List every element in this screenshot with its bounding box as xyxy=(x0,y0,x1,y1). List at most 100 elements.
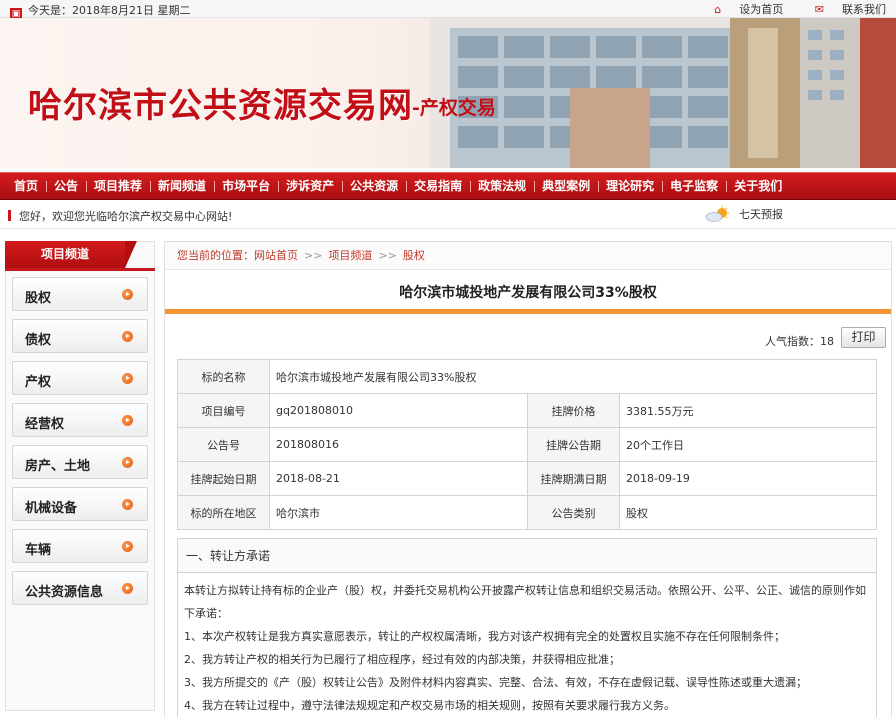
weather-label: 七天预报 xyxy=(739,208,783,221)
field-value: 股权 xyxy=(619,495,877,530)
field-label: 挂牌期满日期 xyxy=(527,461,620,496)
table-row: 标的名称 哈尔滨市城投地产发展有限公司33%股权 xyxy=(177,359,877,394)
site-subtitle: -产权交易 xyxy=(412,97,496,119)
page-title: 哈尔滨市城投地产发展有限公司33%股权 xyxy=(399,285,657,301)
set-home-link[interactable]: ⌂ 设为首页 xyxy=(700,1,783,17)
sidebar-item-label: 车辆 xyxy=(25,543,52,558)
field-label: 挂牌公告期 xyxy=(527,427,620,462)
field-label: 标的名称 xyxy=(177,359,270,394)
welcome-text: 您好，欢迎您光临哈尔滨产权交易中心网站! xyxy=(19,210,233,223)
popularity-label: 人气指数： xyxy=(765,335,820,348)
commitment-intro: 本转让方拟转让持有标的企业产（股）权，并委托交易机构公开披露产权转让信息和组织交… xyxy=(184,584,866,620)
building-photo xyxy=(430,18,896,168)
sidebar-item-real-estate[interactable]: 房产、土地 xyxy=(12,445,148,479)
arrow-right-icon xyxy=(122,289,133,300)
field-value: 哈尔滨市 xyxy=(269,495,528,530)
breadcrumb: 您当前的位置：网站首页 >> 项目频道 >> 股权 xyxy=(165,242,891,270)
banner: 哈尔滨市公共资源交易网 -产权交易 xyxy=(0,18,896,168)
field-value: 20个工作日 xyxy=(619,427,877,462)
nav-market[interactable]: 市场平台 xyxy=(214,173,278,199)
nav-about[interactable]: 关于我们 xyxy=(726,173,790,199)
field-value: 2018-09-19 xyxy=(619,461,877,496)
sidebar-item-label: 机械设备 xyxy=(25,501,78,516)
sidebar-item-label: 产权 xyxy=(25,375,52,390)
field-value: 3381.55万元 xyxy=(619,393,877,428)
table-row: 项目编号 gq201808010 挂牌价格 3381.55万元 xyxy=(177,393,877,428)
field-value: 201808016 xyxy=(269,427,528,462)
nav-policy[interactable]: 政策法规 xyxy=(470,173,534,199)
contact-label: 联系我们 xyxy=(842,3,886,16)
sidebar-divider xyxy=(5,268,155,271)
field-value: 哈尔滨市城投地产发展有限公司33%股权 xyxy=(269,359,877,394)
popularity-value: 18 xyxy=(820,335,834,348)
sidebar: 项目频道 股权 债权 产权 经营权 房产、土地 机械设备 车辆 公共资源信息 xyxy=(5,241,155,711)
set-home-label: 设为首页 xyxy=(739,3,784,16)
sidebar-item-vehicles[interactable]: 车辆 xyxy=(12,529,148,563)
print-button[interactable]: 打印 xyxy=(841,327,886,348)
field-label: 项目编号 xyxy=(177,393,270,428)
contact-link[interactable]: ✉ 联系我们 xyxy=(801,1,886,17)
sidebar-item-label: 房产、土地 xyxy=(25,459,91,474)
nav-cases[interactable]: 典型案例 xyxy=(534,173,598,199)
field-label: 公告类别 xyxy=(527,495,620,530)
nav-home[interactable]: 首页 xyxy=(6,173,46,199)
weather-icon xyxy=(705,206,729,222)
commitment-heading: 一、转让方承诺 xyxy=(178,539,876,573)
arrow-right-icon xyxy=(122,415,133,426)
arrow-right-icon xyxy=(122,373,133,384)
sidebar-item-label: 公共资源信息 xyxy=(25,585,104,600)
field-label: 挂牌起始日期 xyxy=(177,461,270,496)
home-icon: ⌂ xyxy=(714,3,722,16)
breadcrumb-prefix: 您当前的位置： xyxy=(177,249,254,262)
popularity: 人气指数：18 xyxy=(765,333,834,349)
sidebar-item-label: 债权 xyxy=(25,333,52,348)
sidebar-item-label: 股权 xyxy=(25,291,52,306)
arrow-right-icon xyxy=(122,331,133,342)
envelope-icon: ✉ xyxy=(814,3,824,16)
sidebar-heading: 项目频道 xyxy=(5,241,137,268)
transferor-commitment: 一、转让方承诺 本转让方拟转让持有标的企业产（股）权，并委托交易机构公开披露产权… xyxy=(177,538,877,717)
top-bar: ▣ 今天是：2018年8月21日 星期二 ⌂ 设为首页 ✉ 联系我们 xyxy=(0,0,896,20)
table-row: 公告号 201808016 挂牌公告期 20个工作日 xyxy=(177,427,877,462)
date-label: 今天是：2018年8月21日 星期二 xyxy=(28,4,191,17)
breadcrumb-separator: >> xyxy=(378,249,397,262)
nav-research[interactable]: 理论研究 xyxy=(598,173,662,199)
breadcrumb-channel[interactable]: 项目频道 xyxy=(328,249,372,262)
commitment-item: 2、我方转让产权的相关行为已履行了相应程序，经过有效的内部决策，并获得相应批准； xyxy=(184,653,620,666)
nav-litigation-assets[interactable]: 涉诉资产 xyxy=(278,173,342,199)
arrow-right-icon xyxy=(122,457,133,468)
breadcrumb-home[interactable]: 网站首页 xyxy=(254,249,298,262)
nav-public-resources[interactable]: 公共资源 xyxy=(342,173,406,199)
sidebar-item-operating-rights[interactable]: 经营权 xyxy=(12,403,148,437)
field-label: 标的所在地区 xyxy=(177,495,270,530)
nav-news[interactable]: 新闻频道 xyxy=(150,173,214,199)
welcome-message: 您好，欢迎您光临哈尔滨产权交易中心网站! xyxy=(8,208,232,224)
project-info-table: 标的名称 哈尔滨市城投地产发展有限公司33%股权 项目编号 gq20180801… xyxy=(177,359,877,530)
main-content: 您当前的位置：网站首页 >> 项目频道 >> 股权 哈尔滨市城投地产发展有限公司33%股… xyxy=(164,241,892,717)
title-underline xyxy=(165,309,891,314)
breadcrumb-separator: >> xyxy=(304,249,323,262)
arrow-right-icon xyxy=(122,541,133,552)
nav-announcements[interactable]: 公告 xyxy=(46,173,86,199)
nav-e-supervision[interactable]: 电子监察 xyxy=(662,173,726,199)
nav-recommended[interactable]: 项目推荐 xyxy=(86,173,150,199)
sidebar-item-equity[interactable]: 股权 xyxy=(12,277,148,311)
nav-guide[interactable]: 交易指南 xyxy=(406,173,470,199)
field-value: 2018-08-21 xyxy=(269,461,528,496)
arrow-right-icon xyxy=(122,499,133,510)
top-links: ⌂ 设为首页 ✉ 联系我们 xyxy=(686,1,886,17)
sidebar-item-debt[interactable]: 债权 xyxy=(12,319,148,353)
sidebar-item-property[interactable]: 产权 xyxy=(12,361,148,395)
sidebar-item-public-resources-info[interactable]: 公共资源信息 xyxy=(12,571,148,605)
main-nav: 首页 公告 项目推荐 新闻频道 市场平台 涉诉资产 公共资源 交易指南 政策法规… xyxy=(0,172,896,200)
breadcrumb-current[interactable]: 股权 xyxy=(403,249,425,262)
commitment-item: 4、我方在转让过程中，遵守法律法规规定和产权交易市场的相关规则，按照有关要求履行… xyxy=(184,699,675,712)
commitment-item: 3、我方所提交的《产（股）权转让公告》及附件材料内容真实、完整、合法、有效，不存… xyxy=(184,676,807,689)
site-title: 哈尔滨市公共资源交易网 xyxy=(28,86,413,126)
marker-icon xyxy=(8,210,11,221)
sidebar-item-label: 经营权 xyxy=(25,417,65,432)
weather-link[interactable]: 七天预报 xyxy=(705,206,783,222)
field-label: 挂牌价格 xyxy=(527,393,620,428)
sidebar-item-machinery[interactable]: 机械设备 xyxy=(12,487,148,521)
welcome-bar: 您好，欢迎您光临哈尔滨产权交易中心网站! 七天预报 xyxy=(0,201,896,229)
